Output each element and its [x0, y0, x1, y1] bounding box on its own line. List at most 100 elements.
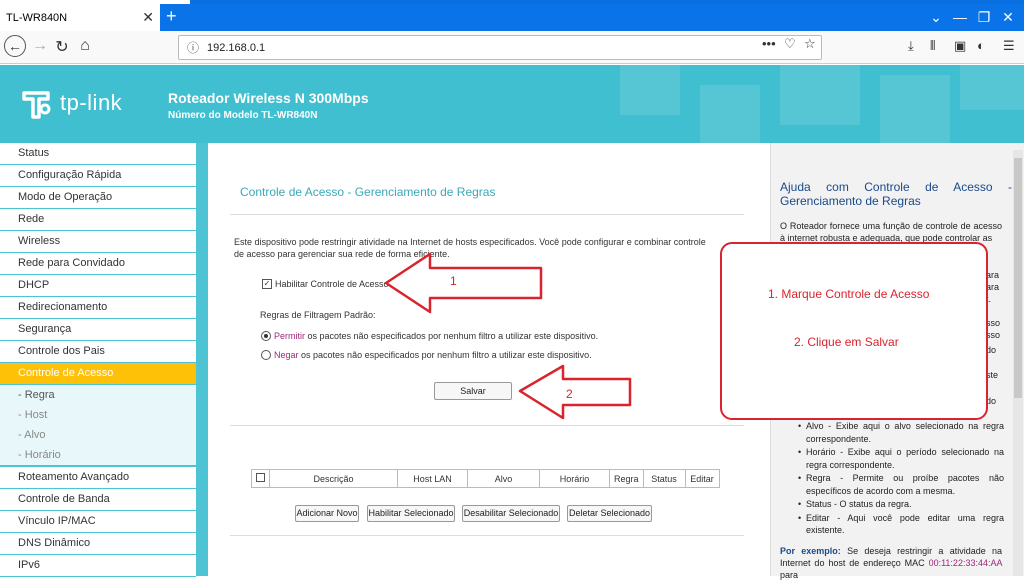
router-title: Roteador Wireless N 300Mbps [168, 90, 369, 106]
save-button[interactable]: Salvar [434, 382, 512, 400]
tab-tl-wr840n[interactable]: TL-WR840N ✕ [0, 4, 160, 31]
sidebar-item-security[interactable]: Segurança [0, 319, 196, 341]
help-bullet-rule: Regra - Permite ou proíbe pacotes não es… [798, 472, 1004, 497]
sidebar-icon[interactable]: ▣ [954, 38, 966, 54]
window-close-icon[interactable]: ✕ [998, 9, 1018, 26]
more-icon[interactable]: ••• [762, 36, 776, 51]
allow-word: Permitir [274, 331, 305, 341]
router-model: Número do Modelo TL-WR840N [168, 110, 318, 121]
rules-table: Descrição Host LAN Alvo Horário Regra St… [251, 469, 720, 488]
allow-description: os pacotes não especificados por nenhum … [307, 331, 599, 341]
col-target: Alvo [467, 469, 540, 488]
default-filter-rules-title: Regras de Filtragem Padrão: [260, 310, 376, 320]
sidebar-item-access-control[interactable]: Controle de Acesso [0, 363, 196, 385]
url-bar[interactable]: ⓘ 192.168.0.1 [178, 35, 822, 60]
url-text: 192.168.0.1 [207, 41, 266, 54]
col-description: Descrição [269, 469, 398, 488]
page-description: Este dispositivo pode restringir ativida… [234, 237, 706, 259]
delete-selected-button[interactable]: Deletar Selecionado [567, 505, 652, 522]
sidebar-item-advanced-routing[interactable]: Roteamento Avançado [0, 467, 196, 489]
allow-rule-row: Permitir os pacotes não especificados po… [261, 331, 598, 341]
col-rule: Regra [609, 469, 644, 488]
help-bullet-list: Alvo - Exibe aqui o alvo selecionado na … [798, 420, 1004, 538]
sidebar-subitem-host[interactable]: - Host [0, 405, 196, 425]
new-tab-icon[interactable]: + [166, 6, 177, 27]
enable-access-control-label: Habilitar Controle de Acesso [275, 279, 389, 289]
table-header-row: Descrição Host LAN Alvo Horário Regra St… [251, 469, 720, 488]
sidebar-item-dhcp[interactable]: DHCP [0, 275, 196, 297]
deny-description: os pacotes não especificados por nenhum … [301, 350, 592, 360]
help-bullet-edit: Editar - Aqui você pode editar uma regra… [798, 512, 1004, 537]
sidebar-item-network[interactable]: Rede [0, 209, 196, 231]
annotation-step-2: 2. Clique em Salvar [794, 335, 899, 349]
tp-link-logo: tp-link [18, 85, 122, 121]
sidebar-subitem-rule[interactable]: - Regra [0, 385, 196, 405]
sidebar-item-parental-control[interactable]: Controle dos Pais [0, 341, 196, 363]
sidebar-item-ipv6[interactable]: IPv6 [0, 555, 196, 577]
extension-icon[interactable]: ◐ [977, 38, 985, 53]
annotation-arrow-label-1: 1 [450, 274, 457, 288]
home-icon[interactable]: ⌂ [75, 37, 95, 55]
deny-rule-row: Negar os pacotes não especificados por n… [261, 350, 592, 360]
tab-bar: TL-WR840N ✕ + ⌄ — ❐ ✕ [0, 4, 1024, 31]
divider [230, 535, 744, 536]
help-example-label: Por exemplo: [780, 546, 841, 556]
col-status: Status [642, 469, 686, 488]
minimize-icon[interactable]: — [950, 9, 970, 25]
disable-selected-button[interactable]: Desabilitar Selecionado [462, 505, 560, 522]
help-scrollbar[interactable] [1013, 150, 1023, 576]
col-lan-host: Host LAN [397, 469, 468, 488]
close-icon[interactable]: ✕ [142, 9, 154, 26]
help-scrollbar-thumb[interactable] [1014, 158, 1022, 398]
divider [230, 425, 744, 426]
page-title: Controle de Acesso - Gerenciamento de Re… [240, 185, 496, 199]
reload-icon[interactable]: ↻ [52, 37, 72, 57]
help-text-fragment: sso [986, 318, 1001, 328]
menu-icon[interactable]: ☰ [1003, 38, 1015, 54]
sidebar-item-ip-mac-binding[interactable]: Vínculo IP/MAC [0, 511, 196, 533]
tab-title: TL-WR840N [6, 11, 68, 24]
divider [230, 214, 744, 215]
enable-selected-button[interactable]: Habilitar Selecionado [367, 505, 455, 522]
download-icon[interactable]: ⤓ [908, 38, 914, 54]
sidebar-item-forwarding[interactable]: Redirecionamento [0, 297, 196, 319]
sidebar-subitem-schedule[interactable]: - Horário [0, 445, 196, 465]
sidebar-item-guest-network[interactable]: Rede para Convidado [0, 253, 196, 275]
restore-icon[interactable]: ❐ [974, 9, 994, 26]
annotation-box [720, 242, 988, 420]
sidebar-item-dynamic-dns[interactable]: DNS Dinâmico [0, 533, 196, 555]
sidebar-item-quick-setup[interactable]: Configuração Rápida [0, 165, 196, 187]
enable-access-control-row: ✓ Habilitar Controle de Acesso [262, 279, 389, 289]
deny-radio[interactable] [261, 350, 271, 360]
sidebar-item-status[interactable]: Status [0, 143, 196, 165]
help-bullet-schedule: Horário - Exibe aqui o período seleciona… [798, 446, 1004, 471]
help-example-mac: 00:11:22:33:44:AA [928, 558, 1002, 568]
chevron-down-icon[interactable]: ⌄ [926, 9, 946, 26]
pocket-icon[interactable]: ♡ [784, 36, 796, 52]
logo-text: tp-link [60, 90, 123, 115]
sidebar-item-operation-mode[interactable]: Modo de Operação [0, 187, 196, 209]
sidebar-item-bandwidth-control[interactable]: Controle de Banda [0, 489, 196, 511]
sidebar-subitem-target[interactable]: - Alvo [0, 425, 196, 445]
deny-word: Negar [274, 350, 299, 360]
annotation-step-1: 1. Marque Controle de Acesso [768, 287, 930, 301]
forward-arrow-icon[interactable]: → [30, 37, 50, 55]
sidebar: Status Configuração Rápida Modo de Opera… [0, 143, 200, 577]
help-bullet-status: Status - O status da regra. [798, 498, 1004, 511]
help-title: Ajuda com Controle de Acesso - Gerenciam… [780, 180, 1012, 208]
allow-radio[interactable] [261, 331, 271, 341]
tp-link-logo-icon [22, 91, 51, 119]
nav-bar: ← → ↻ ⌂ ⓘ 192.168.0.1 ••• ♡ ☆ ⤓ ⫴ ▣ ◐ ☰ [0, 31, 1024, 64]
router-header: tp-link Roteador Wireless N 300Mbps Núme… [0, 65, 1024, 143]
library-icon[interactable]: ⫴ [930, 38, 935, 54]
help-text-fragment: sso [986, 330, 1001, 340]
bookmark-star-icon[interactable]: ☆ [804, 36, 816, 52]
col-schedule: Horário [539, 469, 610, 488]
info-icon[interactable]: ⓘ [187, 39, 199, 56]
col-edit: Editar [684, 469, 720, 488]
add-new-button[interactable]: Adicionar Novo [295, 505, 359, 522]
select-all-checkbox-cell[interactable] [251, 469, 270, 488]
back-arrow-icon[interactable]: ← [4, 35, 26, 57]
sidebar-item-wireless[interactable]: Wireless [0, 231, 196, 253]
enable-access-control-checkbox[interactable]: ✓ [262, 279, 272, 289]
